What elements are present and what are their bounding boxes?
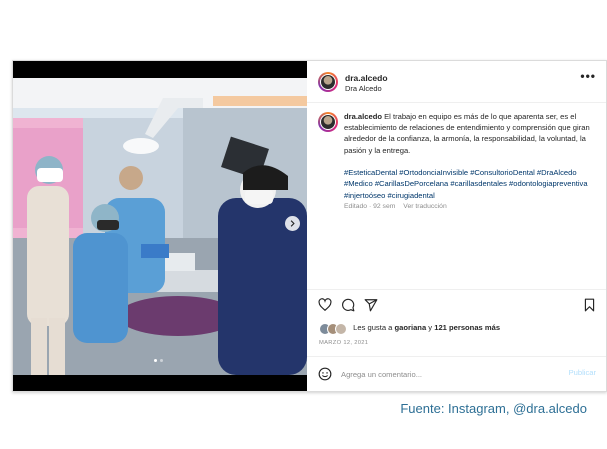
more-options-icon[interactable]: ••• [580, 69, 596, 83]
post-caption: dra.alcedo El trabajo en equipo es más d… [344, 111, 596, 156]
post-header: dra.alcedo Dra Alcedo ••• [307, 61, 606, 103]
post-date: MARZO 12, 2021 [319, 340, 369, 346]
likes-user[interactable]: gaoriana [395, 323, 427, 332]
avatar[interactable] [318, 72, 338, 92]
dental-team-photo [13, 78, 307, 375]
header-username[interactable]: dra.alcedo [345, 73, 388, 83]
likes-prefix: Les gusta a [353, 323, 393, 332]
share-icon[interactable] [364, 298, 378, 312]
caption-time: Editado · 92 sem [344, 203, 396, 210]
action-bar [307, 289, 606, 346]
comment-icon[interactable] [341, 298, 355, 312]
translate-link[interactable]: Ver traducción [403, 203, 446, 210]
source-caption: Fuente: Instagram, @dra.alcedo [400, 401, 587, 416]
heart-icon[interactable] [318, 298, 332, 312]
carousel-indicator [154, 359, 163, 362]
comment-bar: Publicar [307, 356, 606, 392]
likes-connector: y [428, 323, 433, 332]
caption-hashtags[interactable]: #EsteticaDental #OrtodonciaInvisible #Co… [344, 167, 596, 201]
carousel-dot [160, 359, 163, 362]
post-photo[interactable] [13, 61, 307, 391]
next-arrow-icon[interactable] [285, 216, 300, 231]
bookmark-icon[interactable] [583, 298, 596, 312]
liker-avatar [335, 323, 347, 335]
comment-input[interactable] [341, 367, 551, 381]
caption-avatar[interactable] [318, 112, 338, 132]
instagram-post: dra.alcedo Dra Alcedo ••• dra.alcedo El … [12, 60, 607, 392]
carousel-dot-active [154, 359, 157, 362]
publish-button[interactable]: Publicar [569, 368, 596, 377]
caption-meta: Editado · 92 sem Ver traducción [344, 203, 453, 210]
header-display-name: Dra Alcedo [345, 84, 382, 93]
liker-avatars [319, 323, 349, 335]
likes-summary: Les gusta a gaoriana y 121 personas más [319, 323, 500, 335]
caption-username[interactable]: dra.alcedo [344, 112, 382, 121]
emoji-icon[interactable] [318, 367, 332, 381]
post-side-panel: dra.alcedo Dra Alcedo ••• dra.alcedo El … [307, 61, 606, 391]
likes-count[interactable]: 121 personas más [434, 323, 500, 332]
